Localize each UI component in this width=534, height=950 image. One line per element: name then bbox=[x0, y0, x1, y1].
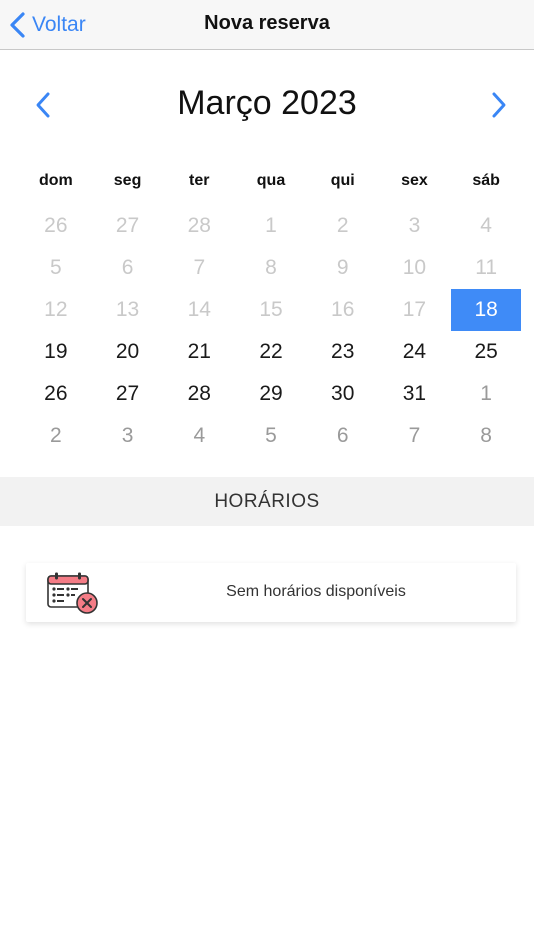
page-title: Nova reserva bbox=[204, 12, 330, 34]
empty-schedule-card: Sem horários disponíveis bbox=[26, 563, 516, 622]
calendar-day[interactable]: 12 bbox=[20, 289, 92, 331]
calendar-day[interactable]: 5 bbox=[20, 247, 92, 289]
calendar-day[interactable]: 27 bbox=[92, 205, 164, 247]
calendar-day[interactable]: 23 bbox=[307, 331, 379, 373]
calendar-day[interactable]: 25 bbox=[450, 331, 522, 373]
calendar-day[interactable]: 14 bbox=[163, 289, 235, 331]
month-header: Março 2023 bbox=[0, 80, 534, 130]
calendar-day[interactable]: 26 bbox=[20, 205, 92, 247]
chevron-right-icon bbox=[492, 92, 506, 118]
weekday-label: ter bbox=[189, 172, 210, 189]
calendar-day[interactable]: 7 bbox=[379, 415, 451, 457]
calendar-day[interactable]: 6 bbox=[307, 415, 379, 457]
calendar-day[interactable]: 29 bbox=[235, 373, 307, 415]
calendar-day[interactable]: 3 bbox=[379, 205, 451, 247]
calendar-day[interactable]: 22 bbox=[235, 331, 307, 373]
calendar-day[interactable]: 9 bbox=[307, 247, 379, 289]
calendar-day[interactable]: 27 bbox=[92, 373, 164, 415]
calendar-day[interactable]: 13 bbox=[92, 289, 164, 331]
calendar-day[interactable]: 28 bbox=[163, 205, 235, 247]
calendar-day[interactable]: 5 bbox=[235, 415, 307, 457]
calendar-day[interactable]: 8 bbox=[235, 247, 307, 289]
calendar-day[interactable]: 1 bbox=[235, 205, 307, 247]
calendar-day[interactable]: 20 bbox=[92, 331, 164, 373]
navigation-bar: Voltar Nova reserva bbox=[0, 0, 534, 50]
weekday-label: seg bbox=[113, 172, 142, 189]
calendar-day[interactable]: 4 bbox=[450, 205, 522, 247]
calendar-day[interactable]: 17 bbox=[379, 289, 451, 331]
weekday-label: sáb bbox=[472, 172, 500, 189]
calendar-day[interactable]: 15 bbox=[235, 289, 307, 331]
weekday-row: dom seg ter qua qui sex sáb bbox=[20, 172, 522, 196]
calendar-day[interactable]: 10 bbox=[379, 247, 451, 289]
calendar-days-grid: 26 27 28 1 2 3 4 5 6 7 8 9 10 11 12 13 14 15 16 17 18 19 20 21 2… bbox=[20, 205, 522, 457]
calendar-day[interactable]: 26 bbox=[20, 373, 92, 415]
calendar-day[interactable]: 1 bbox=[450, 373, 522, 415]
calendar-day[interactable]: 30 bbox=[307, 373, 379, 415]
calendar-day[interactable]: 11 bbox=[450, 247, 522, 289]
calendar-x-icon bbox=[47, 572, 98, 614]
empty-schedule-message: Sem horários disponíveis bbox=[226, 583, 406, 600]
weekday-label: dom bbox=[38, 172, 73, 189]
calendar-day[interactable]: 6 bbox=[92, 247, 164, 289]
next-month-button[interactable] bbox=[484, 88, 514, 122]
calendar-day[interactable]: 2 bbox=[307, 205, 379, 247]
calendar-day[interactable]: 16 bbox=[307, 289, 379, 331]
calendar-day[interactable]: 24 bbox=[379, 331, 451, 373]
calendar-day[interactable]: 3 bbox=[92, 415, 164, 457]
calendar-day[interactable]: 21 bbox=[163, 331, 235, 373]
app-screen: Voltar Nova reserva Março 2023 dom seg t… bbox=[0, 0, 534, 950]
calendar-day[interactable]: 2 bbox=[20, 415, 92, 457]
schedule-section-header: HORÁRIOS bbox=[0, 477, 534, 526]
calendar-day[interactable]: 7 bbox=[163, 247, 235, 289]
calendar-day[interactable]: 8 bbox=[450, 415, 522, 457]
calendar-day[interactable]: 31 bbox=[379, 373, 451, 415]
calendar-day[interactable]: 19 bbox=[20, 331, 92, 373]
calendar-day-selected[interactable]: 18 bbox=[451, 289, 521, 331]
weekday-label: qui bbox=[330, 172, 355, 189]
weekday-label: qua bbox=[256, 172, 286, 189]
calendar-day[interactable]: 28 bbox=[163, 373, 235, 415]
month-title: Março 2023 bbox=[177, 84, 357, 122]
calendar-day[interactable]: 4 bbox=[163, 415, 235, 457]
weekday-label: sex bbox=[401, 172, 428, 189]
